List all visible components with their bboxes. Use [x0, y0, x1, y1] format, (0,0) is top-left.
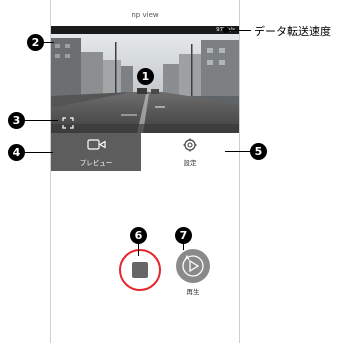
- fullscreen-icon[interactable]: [62, 117, 74, 129]
- playback-button[interactable]: [176, 249, 210, 283]
- callout-1: 1: [137, 68, 154, 85]
- callout-7-leader: [183, 244, 184, 250]
- tab-bar: プレビュー 設定: [51, 133, 239, 171]
- tab-preview-label: プレビュー: [79, 159, 113, 167]
- stop-icon: [132, 262, 148, 278]
- tab-settings[interactable]: 設定: [141, 133, 239, 171]
- play-icon: [182, 254, 204, 277]
- callout-4: 4: [8, 144, 25, 161]
- callout-6-leader: [138, 244, 139, 256]
- callout-3: 3: [8, 112, 25, 129]
- callout-2: 2: [27, 34, 44, 51]
- app-screen: np view プレビュー 設定 再生: [50, 0, 240, 343]
- speed-label-leader: [226, 30, 251, 31]
- speed-label-dot: [223, 27, 229, 33]
- callout-5-leader: [225, 151, 250, 152]
- tab-settings-label: 設定: [183, 159, 197, 167]
- callout-2-leader: [44, 42, 54, 43]
- playback-label: 再生: [186, 288, 200, 296]
- record-stop-button[interactable]: [119, 249, 161, 291]
- callout-7: 7: [175, 227, 192, 244]
- video-camera-icon: [51, 137, 141, 153]
- callout-5: 5: [250, 143, 267, 160]
- speed-annotation-label: データ転送速度: [254, 25, 331, 38]
- callout-3-leader: [25, 120, 58, 121]
- app-title: np view: [131, 11, 159, 19]
- callout-4-leader: [25, 152, 53, 153]
- transfer-speed-bar: [51, 26, 239, 34]
- tab-preview[interactable]: プレビュー: [51, 133, 141, 171]
- callout-6: 6: [130, 227, 147, 244]
